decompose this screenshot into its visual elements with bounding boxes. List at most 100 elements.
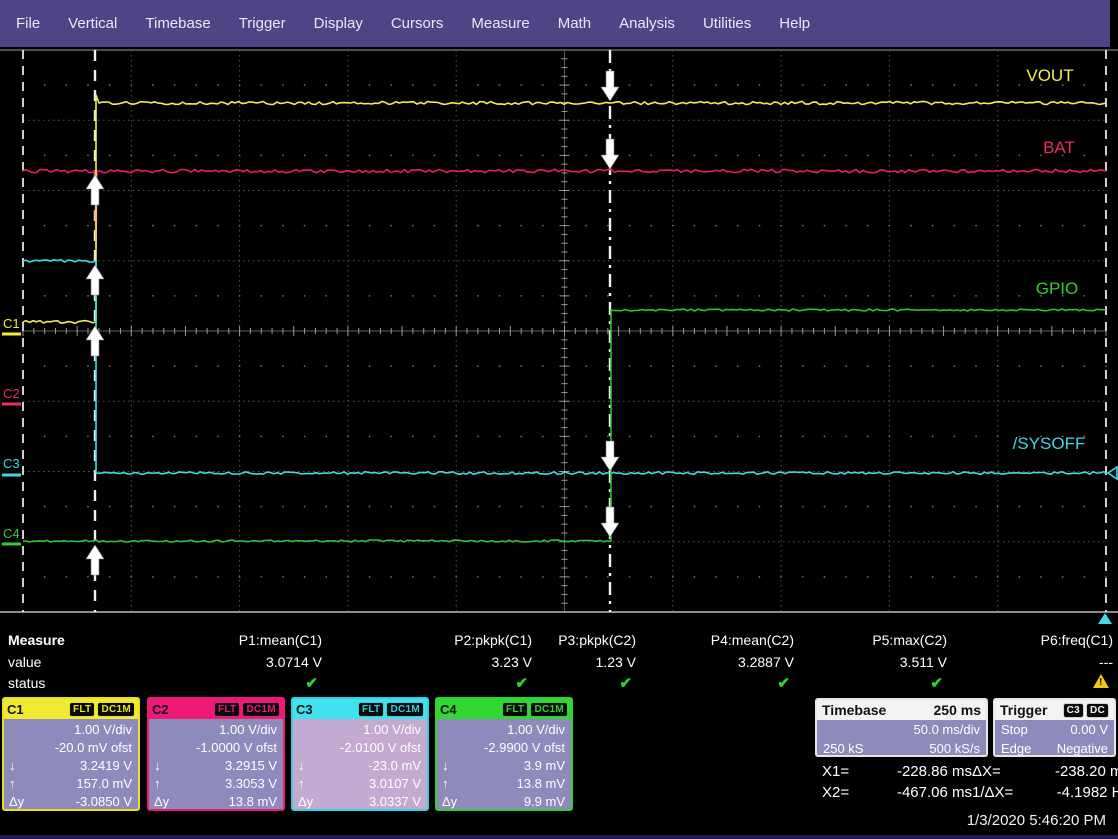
grid-dot bbox=[715, 435, 717, 437]
channel-marker-c4[interactable]: C4 bbox=[3, 526, 20, 541]
channel-marker-c1[interactable]: C1 bbox=[3, 316, 20, 331]
grid-dot bbox=[434, 154, 436, 156]
menu-item-help[interactable]: Help bbox=[779, 15, 810, 32]
timebase-panel[interactable]: Timebase 250 ms 50.0 ms/div250 kS500 kS/… bbox=[815, 698, 988, 757]
grid-dot bbox=[304, 84, 306, 86]
grid-dot bbox=[347, 506, 349, 508]
measure-col-5-header[interactable]: P5:max(C2) bbox=[777, 632, 947, 648]
measure-col-6-header[interactable]: P6:freq(C1) bbox=[943, 632, 1113, 648]
grid-dot bbox=[282, 225, 284, 227]
channel-box-c3[interactable]: C3FLTDC1M1.00 V/div-2.0100 V ofst↓-23.0 … bbox=[291, 697, 429, 811]
grid-dot bbox=[239, 506, 241, 508]
grid-dot bbox=[44, 295, 46, 297]
coupling-badge: DC1M bbox=[386, 702, 424, 717]
grid-dot bbox=[499, 435, 501, 437]
menu-item-file[interactable]: File bbox=[16, 15, 40, 32]
channel-marker-c2[interactable]: C2 bbox=[3, 386, 20, 401]
grid-dot bbox=[802, 576, 804, 578]
grid-dot bbox=[455, 576, 457, 578]
filter-badge: FLT bbox=[358, 702, 384, 717]
grid-dot bbox=[889, 506, 891, 508]
channel-readout-row: 1.00 V/div bbox=[4, 720, 138, 738]
cursor-value: -4.1982 Hz bbox=[1030, 784, 1118, 801]
grid-dot bbox=[304, 154, 306, 156]
menu-item-utilities[interactable]: Utilities bbox=[703, 15, 751, 32]
measure-col-4-header[interactable]: P4:mean(C2) bbox=[624, 632, 794, 648]
trace-label-sysoff: /SYSOFF bbox=[1013, 434, 1086, 453]
grid-dot bbox=[282, 154, 284, 156]
status-row-label: status bbox=[8, 675, 45, 691]
grid-dot bbox=[174, 295, 176, 297]
grid-dot bbox=[975, 225, 977, 227]
grid-dot bbox=[347, 225, 349, 227]
channel-id-label: C1 bbox=[7, 702, 24, 717]
grid-dot bbox=[1105, 576, 1107, 578]
grid-dot bbox=[845, 506, 847, 508]
grid-dot bbox=[650, 506, 652, 508]
menu-item-math[interactable]: Math bbox=[558, 15, 591, 32]
grid-dot bbox=[1062, 365, 1064, 367]
menu-item-analysis[interactable]: Analysis bbox=[619, 15, 675, 32]
grid-dot bbox=[239, 154, 241, 156]
grid-dot bbox=[737, 435, 739, 437]
grid-dot bbox=[195, 295, 197, 297]
channel-box-c2[interactable]: C2FLTDC1M1.00 V/div-1.0000 V ofst↓3.2915… bbox=[147, 697, 285, 811]
menu-item-measure[interactable]: Measure bbox=[471, 15, 529, 32]
coupling-badge: DC1M bbox=[97, 702, 135, 717]
grid-dot bbox=[434, 295, 436, 297]
grid-dot bbox=[1083, 84, 1085, 86]
grid-dot bbox=[44, 225, 46, 227]
grid-dot bbox=[737, 84, 739, 86]
grid-dot bbox=[585, 154, 587, 156]
grid-dot bbox=[152, 506, 154, 508]
menu-item-trigger[interactable]: Trigger bbox=[239, 15, 286, 32]
measure-col-3-header[interactable]: P3:pkpk(C2) bbox=[466, 632, 636, 648]
grid-dot bbox=[607, 295, 609, 297]
cursor-label: 1/ΔX= bbox=[972, 784, 1030, 801]
grid-dot bbox=[910, 365, 912, 367]
grid-dot bbox=[1040, 365, 1042, 367]
grid-dot bbox=[130, 295, 132, 297]
grid-dot bbox=[455, 225, 457, 227]
grid-dot bbox=[65, 154, 67, 156]
grid-dot bbox=[780, 506, 782, 508]
grid-dot bbox=[997, 154, 999, 156]
grid-dot bbox=[997, 365, 999, 367]
grid-dot bbox=[499, 154, 501, 156]
menu-item-vertical[interactable]: Vertical bbox=[68, 15, 117, 32]
grid-dot bbox=[87, 295, 89, 297]
grid-dot bbox=[130, 576, 132, 578]
grid-dot bbox=[932, 365, 934, 367]
grid-dot bbox=[650, 154, 652, 156]
channel-box-c1[interactable]: C1FLTDC1M1.00 V/div-20.0 mV ofst↓3.2419 … bbox=[2, 697, 140, 811]
grid-dot bbox=[953, 295, 955, 297]
measure-col-1-header[interactable]: P1:mean(C1) bbox=[152, 632, 322, 648]
grid-dot bbox=[477, 154, 479, 156]
menu-item-timebase[interactable]: Timebase bbox=[145, 15, 210, 32]
grid-dot bbox=[174, 84, 176, 86]
oscilloscope-screen: { "menu": { "items": ["File","Vertical",… bbox=[0, 0, 1118, 839]
channel-marker-c3[interactable]: C3 bbox=[3, 456, 20, 471]
grid-dot bbox=[585, 225, 587, 227]
grid-dot bbox=[109, 435, 111, 437]
grid-dot bbox=[239, 365, 241, 367]
grid-dot bbox=[650, 295, 652, 297]
grid-dot bbox=[650, 435, 652, 437]
grid-dot bbox=[672, 435, 674, 437]
grid-dot bbox=[867, 225, 869, 227]
grid-dot bbox=[672, 365, 674, 367]
grid-dot bbox=[975, 506, 977, 508]
grid-dot bbox=[1062, 225, 1064, 227]
grid-dot bbox=[975, 435, 977, 437]
cursor-value: -238.20 ms bbox=[1030, 763, 1118, 780]
grid-dot bbox=[932, 576, 934, 578]
trigger-panel[interactable]: Trigger C3DC Stop0.00 VEdgeNegative bbox=[993, 698, 1116, 757]
grid-dot bbox=[520, 365, 522, 367]
channel-box-c4[interactable]: C4FLTDC1M1.00 V/div-2.9900 V ofst↓3.9 mV… bbox=[435, 697, 573, 811]
menu-item-display[interactable]: Display bbox=[314, 15, 363, 32]
grid-dot bbox=[109, 84, 111, 86]
grid-dot bbox=[759, 506, 761, 508]
grid-dot bbox=[585, 365, 587, 367]
grid-dot bbox=[304, 295, 306, 297]
menu-item-cursors[interactable]: Cursors bbox=[391, 15, 444, 32]
